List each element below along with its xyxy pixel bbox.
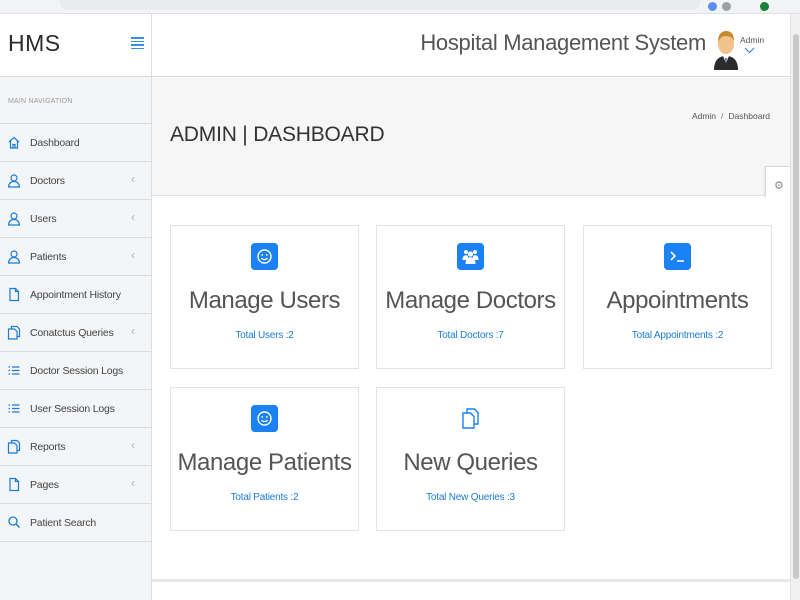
avatar[interactable]: [712, 26, 740, 72]
gear-icon: ⚙: [774, 180, 784, 192]
sidebar-item-users[interactable]: Users ‹: [0, 200, 152, 238]
search-icon: [8, 516, 20, 528]
chevron-left-icon: ‹: [131, 210, 135, 224]
smile-icon: [251, 405, 278, 432]
card-title: Manage Users: [188, 287, 341, 314]
sidebar-item-pages[interactable]: Pages ‹: [0, 466, 152, 504]
dashboard-content: Manage Users Total Users :2 Manage Docto…: [152, 197, 790, 579]
profile-icon[interactable]: [760, 2, 769, 11]
sidebar-item-reports[interactable]: Reports ‹: [0, 428, 152, 466]
sidebar-item-label: Pages: [30, 479, 59, 491]
browser-toolbar: [0, 0, 800, 14]
sidebar-item-label: Users: [30, 213, 57, 225]
card-title: Manage Patients: [177, 449, 352, 476]
breadcrumb-item[interactable]: Admin: [692, 111, 716, 121]
user-icon: [7, 250, 21, 264]
address-bar[interactable]: [60, 0, 700, 10]
sidebar-item-label: Patient Search: [30, 517, 97, 529]
list-icon: [8, 366, 20, 375]
chevron-left-icon: ‹: [131, 438, 135, 452]
chevron-left-icon: ‹: [131, 324, 135, 338]
card-link[interactable]: Total New Queries :3: [377, 492, 564, 503]
breadcrumb: Admin / Dashboard: [692, 111, 770, 121]
page-title-band: ADMIN | DASHBOARD Admin / Dashboard: [152, 78, 790, 196]
sidebar-item-doctor-session-logs[interactable]: Doctor Session Logs: [0, 352, 152, 390]
brand-bar: HMS: [0, 14, 152, 77]
card-manage-patients: Manage Patients Total Patients :2: [170, 387, 359, 531]
list-icon: [8, 404, 20, 413]
card-manage-users: Manage Users Total Users :2: [170, 225, 359, 369]
card-new-queries: New Queries Total New Queries :3: [376, 387, 565, 531]
sidebar-item-contactus-queries[interactable]: Conatctus Queries ‹: [0, 314, 152, 352]
card-title: New Queries: [403, 449, 538, 476]
page-title: ADMIN | DASHBOARD: [170, 123, 385, 146]
files-icon: [7, 325, 21, 340]
sidebar-item-doctors[interactable]: Doctors ‹: [0, 162, 152, 200]
card-link[interactable]: Total Users :2: [171, 330, 358, 341]
menu-toggle-icon[interactable]: [131, 37, 144, 49]
terminal-icon: [664, 243, 691, 270]
chevron-left-icon: ‹: [131, 172, 135, 186]
chevron-left-icon: ‹: [131, 248, 135, 262]
card-link[interactable]: Total Patients :2: [171, 492, 358, 503]
sidebar-item-dashboard[interactable]: Dashboard: [0, 124, 152, 162]
page-scrollbar[interactable]: [790, 14, 800, 600]
user-name[interactable]: Admin: [740, 35, 764, 45]
breadcrumb-separator: /: [721, 111, 724, 121]
card-appointments: Appointments Total Appointments :2: [583, 225, 772, 369]
file-icon: [9, 287, 20, 302]
sidebar-item-label: User Session Logs: [30, 403, 115, 415]
card-link[interactable]: Total Appointments :2: [584, 330, 771, 341]
nav-heading: MAIN NAVIGATION: [8, 98, 73, 105]
scrollbar-thumb[interactable]: [793, 34, 799, 579]
sidebar-item-label: Dashboard: [30, 137, 80, 149]
sidebar-item-label: Conatctus Queries: [30, 327, 114, 339]
extension-icon[interactable]: [722, 2, 731, 11]
extension-icon[interactable]: [708, 2, 717, 11]
sidebar-item-label: Reports: [30, 441, 66, 453]
user-icon: [7, 212, 21, 226]
sidebar-item-patients[interactable]: Patients ‹: [0, 238, 152, 276]
brand-logo[interactable]: HMS: [8, 30, 61, 57]
user-icon: [7, 174, 21, 188]
sidebar-item-label: Patients: [30, 251, 67, 263]
users-icon: [457, 243, 484, 270]
sidebar-item-label: Doctors: [30, 175, 65, 187]
sidebar-item-label: Doctor Session Logs: [30, 365, 124, 377]
files-icon: [7, 439, 21, 454]
sidebar-item-appointment-history[interactable]: Appointment History: [0, 276, 152, 314]
sidebar-item-label: Appointment History: [30, 289, 121, 301]
chevron-down-icon[interactable]: [744, 47, 755, 54]
files-icon: [462, 408, 479, 429]
card-link[interactable]: Total Doctors :7: [377, 330, 564, 341]
home-icon: [8, 136, 20, 149]
top-header: Hospital Management System Admin: [152, 14, 790, 77]
card-title: Appointments: [606, 287, 749, 314]
breadcrumb-item: Dashboard: [728, 111, 770, 121]
app-title: Hospital Management System: [420, 30, 706, 55]
card-manage-doctors: Manage Doctors Total Doctors :7: [376, 225, 565, 369]
card-title: Manage Doctors: [385, 287, 556, 314]
chevron-left-icon: ‹: [131, 476, 135, 490]
sidebar-menu: Dashboard Doctors ‹ Users ‹ Patients ‹ A…: [0, 123, 152, 542]
footer: [152, 579, 790, 600]
sidebar-item-user-session-logs[interactable]: User Session Logs: [0, 390, 152, 428]
sidebar-item-patient-search[interactable]: Patient Search: [0, 504, 152, 542]
smile-icon: [251, 243, 278, 270]
file-icon: [9, 477, 20, 492]
